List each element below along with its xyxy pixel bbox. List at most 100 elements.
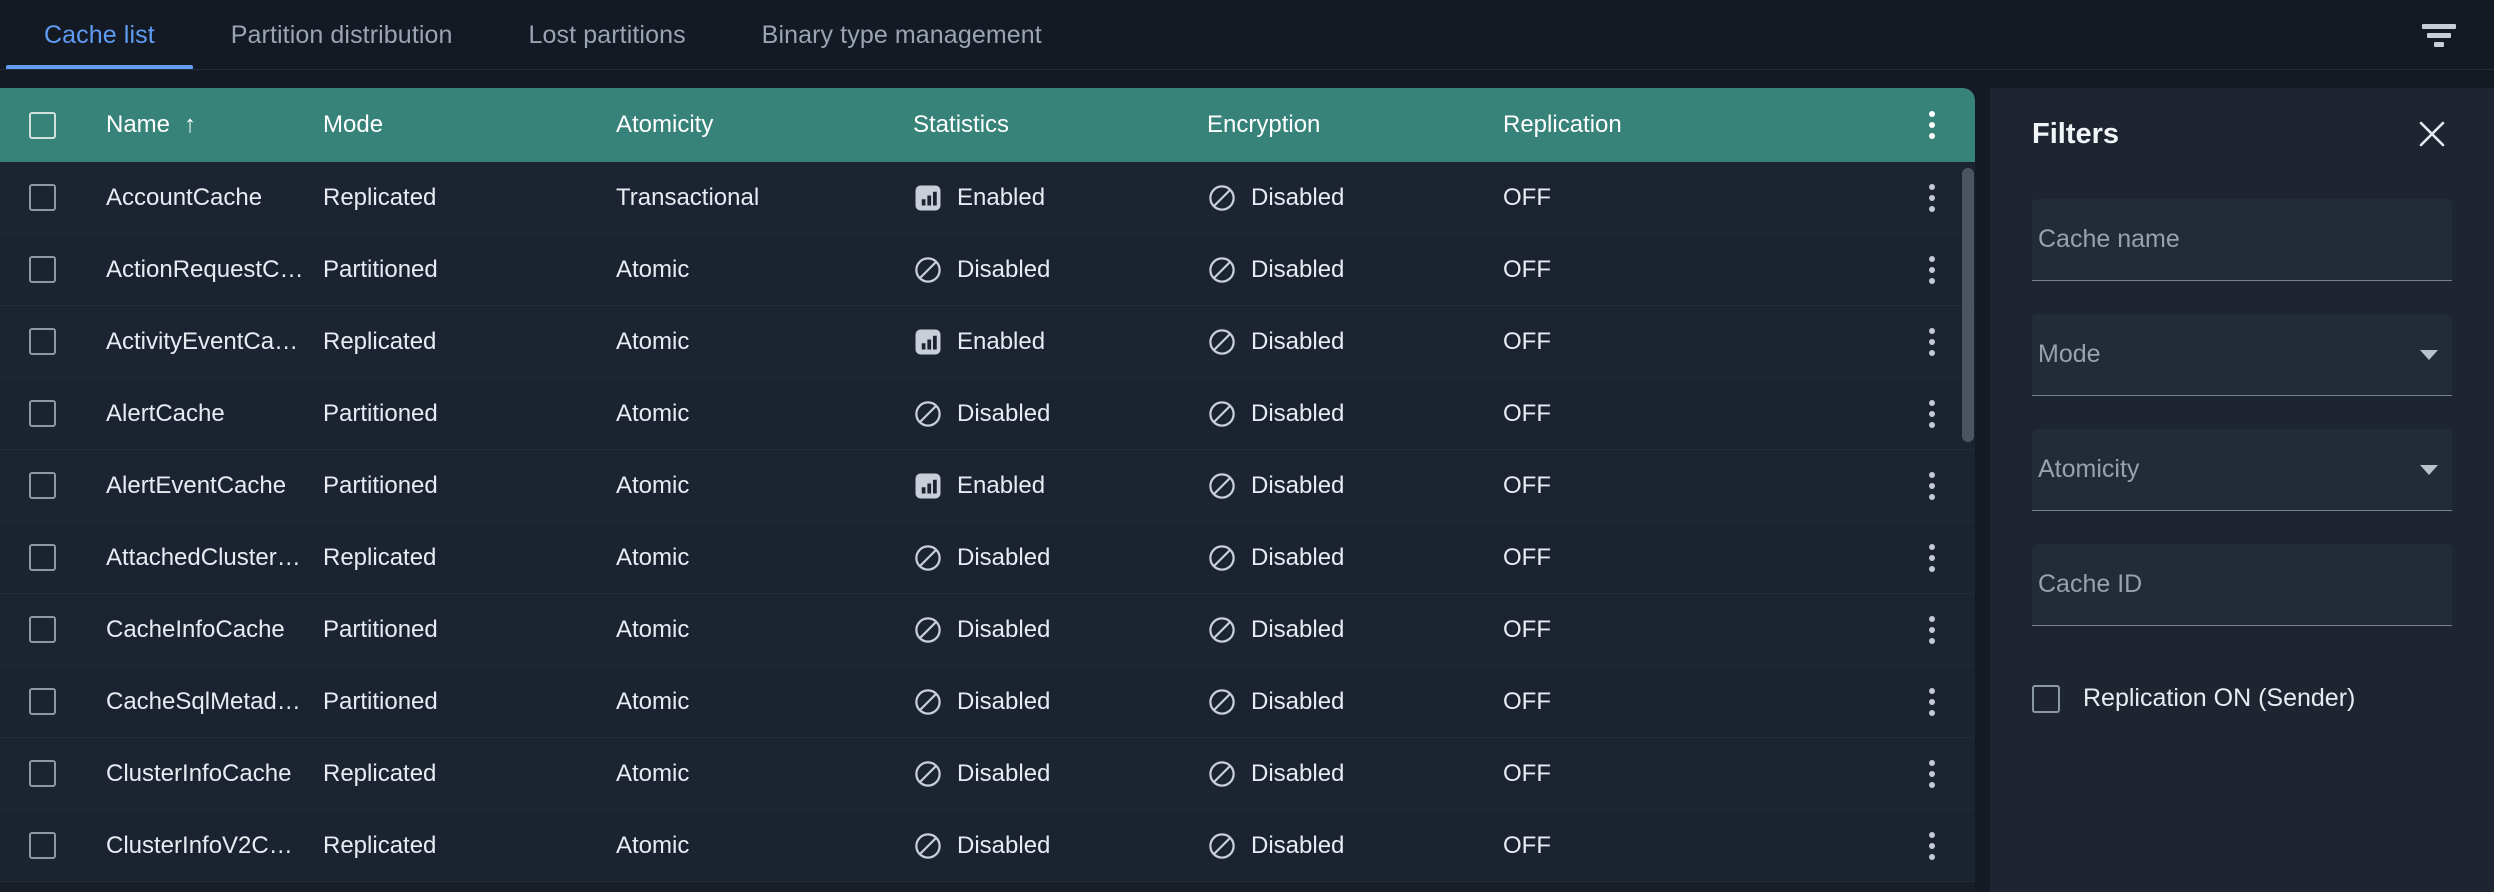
row-select-checkbox[interactable] — [28, 616, 56, 643]
tab-binary-type-management[interactable]: Binary type management — [724, 0, 1080, 70]
cell-name: AttachedClusterCache — [84, 544, 323, 572]
cache-name-input[interactable] — [2038, 225, 2446, 254]
filter-mode-field[interactable]: Mode — [2032, 314, 2452, 396]
filter-panel-toggle-button[interactable] — [2412, 10, 2466, 62]
cell-name: AlertCache — [84, 400, 323, 428]
row-select-checkbox[interactable] — [28, 400, 56, 427]
kebab-dot — [1929, 133, 1935, 139]
table-options-menu-button[interactable] — [1921, 103, 1943, 147]
column-header-name[interactable]: Name ↑ — [84, 111, 323, 139]
tab-label: Cache list — [44, 20, 155, 49]
no-entry-icon — [915, 400, 941, 427]
row-options-menu-button[interactable] — [1921, 752, 1943, 796]
close-icon — [2419, 121, 2445, 147]
select-all-checkbox[interactable] — [28, 111, 56, 139]
row-options-menu-button[interactable] — [1921, 176, 1943, 220]
column-header-mode[interactable]: Mode — [323, 111, 616, 139]
scrollbar-thumb[interactable] — [1962, 168, 1974, 442]
no-entry-icon — [1209, 472, 1235, 499]
tab-cache-list[interactable]: Cache list — [6, 0, 193, 70]
tab-lost-partitions[interactable]: Lost partitions — [491, 0, 724, 70]
kebab-dot — [1929, 349, 1935, 356]
cell-name: ClusterInfoCache — [84, 760, 323, 788]
row-options-menu-button[interactable] — [1921, 680, 1943, 724]
table-row[interactable]: CacheInfoCache Partitioned Atomic Disabled D… — [0, 594, 1975, 666]
cell-encryption: Disabled — [1207, 615, 1503, 645]
kebab-dot — [1929, 471, 1935, 478]
row-options-menu-button[interactable] — [1921, 392, 1943, 436]
filter-atomicity-field[interactable]: Atomicity — [2032, 429, 2452, 511]
row-select-checkbox[interactable] — [28, 688, 56, 715]
cache-id-input[interactable] — [2038, 570, 2446, 599]
filter-cache-id-field[interactable] — [2032, 544, 2452, 626]
row-select-checkbox[interactable] — [28, 328, 56, 355]
no-entry-icon — [915, 256, 941, 283]
row-select-checkbox[interactable] — [28, 544, 56, 571]
cell-name: AccountCache — [84, 184, 323, 212]
cell-mode: Partitioned — [323, 400, 616, 428]
column-header-label: Statistics — [913, 111, 1010, 138]
encryption-value: Disabled — [1251, 615, 1345, 643]
tab-partition-distribution[interactable]: Partition distribution — [193, 0, 491, 70]
row-select-cell — [0, 544, 84, 571]
cell-atomicity: Atomic — [616, 544, 913, 572]
table-row[interactable]: ClusterInfoCache Replicated Atomic Disabled… — [0, 738, 1975, 810]
row-options-menu-button[interactable] — [1921, 536, 1943, 580]
atomicity-value: Atomic — [616, 759, 690, 787]
cell-atomicity: Atomic — [616, 400, 913, 428]
column-header-replication[interactable]: Replication — [1503, 111, 1889, 139]
row-select-checkbox[interactable] — [28, 256, 56, 283]
filters-panel-close-button[interactable] — [2412, 114, 2452, 154]
mode-value: Replicated — [323, 759, 437, 787]
no-entry-icon — [1209, 616, 1235, 643]
no-entry-icon — [1209, 544, 1235, 571]
table-row[interactable]: AlertCache Partitioned Atomic Disabled Disab… — [0, 378, 1975, 450]
tab-label: Binary type management — [761, 20, 1042, 49]
table-row[interactable]: ClusterInfoV2Cache Replicated Atomic Disabl… — [0, 810, 1975, 882]
row-select-checkbox[interactable] — [28, 184, 56, 211]
row-select-checkbox[interactable] — [28, 832, 56, 859]
kebab-dot — [1929, 122, 1935, 128]
mode-value: Partitioned — [323, 399, 438, 427]
replication-value: OFF — [1503, 831, 1551, 859]
statistics-value: Disabled — [957, 399, 1051, 427]
kebab-dot — [1929, 277, 1935, 284]
row-select-checkbox[interactable] — [28, 760, 56, 787]
statistics-value: Enabled — [957, 327, 1046, 355]
cache-name-value: ActivityEventCache — [106, 327, 306, 355]
table-vertical-scrollbar[interactable] — [1961, 168, 1975, 892]
cell-name: CacheInfoCache — [84, 616, 323, 644]
table-row[interactable]: CacheSqlMetadataCa… Partitioned Atomic Disa… — [0, 666, 1975, 738]
row-options-menu-button[interactable] — [1921, 824, 1943, 868]
tab-bar-divider — [0, 69, 2494, 70]
cell-statistics: Enabled — [913, 471, 1207, 501]
cell-replication: OFF — [1503, 472, 1889, 500]
row-options-menu-button[interactable] — [1921, 464, 1943, 508]
no-entry-icon — [1209, 832, 1235, 859]
filter-replication-sender-row[interactable]: Replication ON (Sender) — [2032, 684, 2452, 713]
row-options-menu-button[interactable] — [1921, 248, 1943, 292]
cell-replication: OFF — [1503, 688, 1889, 716]
cache-name-value: CacheSqlMetadataCa… — [106, 687, 306, 715]
column-header-encryption[interactable]: Encryption — [1207, 111, 1503, 139]
row-options-menu-button[interactable] — [1921, 320, 1943, 364]
table-row[interactable]: AccountCache Replicated Transactional Enabl… — [0, 162, 1975, 234]
row-select-checkbox[interactable] — [28, 472, 56, 499]
kebab-dot — [1929, 626, 1935, 633]
statistics-value: Enabled — [957, 471, 1046, 499]
table-row[interactable]: AlertEventCache Partitioned Atomic Enabled D… — [0, 450, 1975, 522]
encryption-value: Disabled — [1251, 543, 1345, 571]
row-select-cell — [0, 400, 84, 427]
encryption-value: Disabled — [1251, 687, 1345, 715]
replication-sender-checkbox[interactable] — [2032, 684, 2060, 713]
filter-cache-name-field[interactable] — [2032, 199, 2452, 281]
table-row[interactable]: ActivityEventCache Replicated Atomic Enable… — [0, 306, 1975, 378]
cell-name: AlertEventCache — [84, 472, 323, 500]
column-header-label: Replication — [1503, 111, 1622, 138]
row-options-menu-button[interactable] — [1921, 608, 1943, 652]
table-row[interactable]: ActionRequestCache Partitioned Atomic Disab… — [0, 234, 1975, 306]
column-header-atomicity[interactable]: Atomicity — [616, 111, 913, 139]
cell-atomicity: Atomic — [616, 256, 913, 284]
column-header-statistics[interactable]: Statistics — [913, 111, 1207, 139]
table-row[interactable]: AttachedClusterCache Replicated Atomic Disa… — [0, 522, 1975, 594]
